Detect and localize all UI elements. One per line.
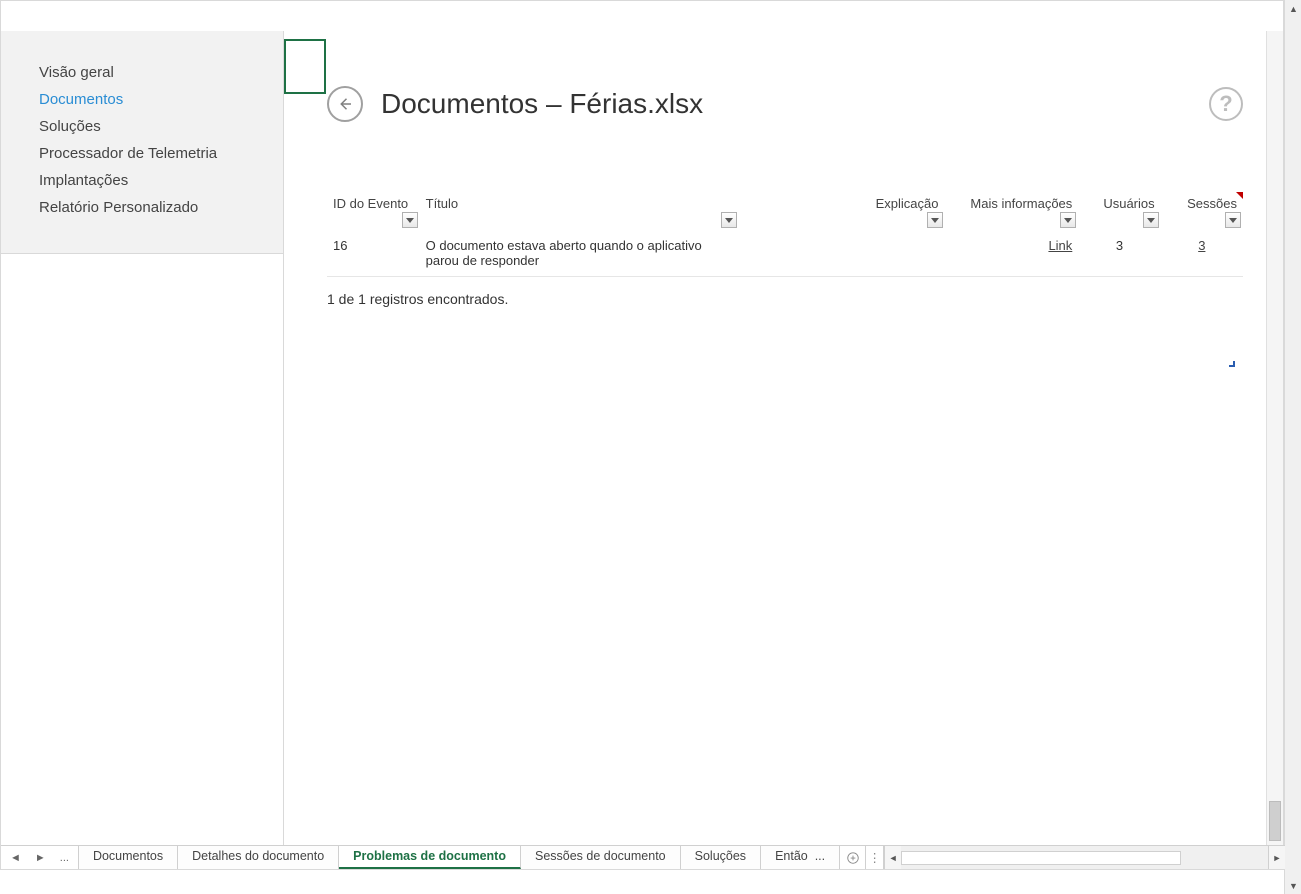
scroll-down-icon[interactable]: ▼ xyxy=(1285,877,1301,894)
sheet-tab-document-details[interactable]: Detalhes do documento xyxy=(178,846,339,869)
sidebar-item-deployments[interactable]: Implantações xyxy=(1,167,283,194)
active-cell-marker xyxy=(284,39,326,94)
cell-sessions: 3 xyxy=(1161,230,1243,277)
hscroll-right-icon[interactable]: ► xyxy=(1268,846,1285,869)
back-button[interactable] xyxy=(327,86,363,122)
hscroll-track[interactable] xyxy=(901,851,1181,865)
filter-button[interactable] xyxy=(721,212,737,228)
col-event-id: ID do Evento xyxy=(327,192,420,230)
sessions-link[interactable]: 3 xyxy=(1198,238,1205,253)
cell-more-info: Link xyxy=(945,230,1079,277)
sidebar-lower-area xyxy=(1,254,284,869)
sidebar: Visão geral Documentos Soluções Processa… xyxy=(1,31,284,254)
more-info-link[interactable]: Link xyxy=(1048,238,1072,253)
arrow-left-icon xyxy=(336,95,354,113)
filter-button[interactable] xyxy=(927,212,943,228)
add-sheet-button[interactable] xyxy=(840,846,866,869)
tab-scroll-left-icon[interactable]: ◄ xyxy=(7,852,24,864)
tab-scroll-right-icon[interactable]: ► xyxy=(32,852,49,864)
horizontal-scrollbar[interactable]: ◄ ► xyxy=(884,846,1285,869)
sheet-tab-solutions[interactable]: Soluções xyxy=(681,846,761,869)
sidebar-item-solutions[interactable]: Soluções xyxy=(1,113,283,140)
sidebar-item-custom-report[interactable]: Relatório Personalizado xyxy=(1,194,283,221)
cell-users: 3 xyxy=(1078,230,1160,277)
records-count: 1 de 1 registros encontrados. xyxy=(327,291,1243,307)
sidebar-item-documents[interactable]: Documentos xyxy=(1,86,283,113)
tab-nav-ellipsis[interactable]: ... xyxy=(57,852,72,864)
plus-circle-icon xyxy=(846,851,860,865)
col-users: Usuários xyxy=(1078,192,1160,230)
tab-overflow-ellipsis: ... xyxy=(815,849,825,863)
sheet-tab-then[interactable]: Então ... xyxy=(761,846,840,869)
sidebar-item-telemetry[interactable]: Processador de Telemetria xyxy=(1,140,283,167)
cell-explanation xyxy=(739,230,945,277)
inner-vertical-scrollbar[interactable] xyxy=(1266,31,1283,845)
filter-button[interactable] xyxy=(1225,212,1241,228)
col-explanation: Explicação xyxy=(739,192,945,230)
question-icon: ? xyxy=(1219,91,1232,117)
sheet-tab-document-sessions[interactable]: Sessões de documento xyxy=(521,846,681,869)
sheet-nav-controls: ◄ ► ... xyxy=(1,846,79,869)
sheet-tab-document-problems[interactable]: Problemas de documento xyxy=(339,846,521,869)
filter-button[interactable] xyxy=(1060,212,1076,228)
scroll-up-icon[interactable]: ▲ xyxy=(1285,0,1301,17)
top-strip xyxy=(1,1,1283,31)
col-more-info: Mais informações xyxy=(945,192,1079,230)
events-table: ID do Evento Título Explicação Mais info… xyxy=(327,192,1243,277)
col-sessions: Sessões xyxy=(1161,192,1243,230)
table-row[interactable]: 16 O documento estava aberto quando o ap… xyxy=(327,230,1243,277)
cell-title: O documento estava aberto quando o aplic… xyxy=(420,230,739,277)
table-corner-icon xyxy=(1229,361,1235,367)
filter-button[interactable] xyxy=(402,212,418,228)
sheet-tab-documents[interactable]: Documentos xyxy=(79,846,178,869)
content-area: Documentos – Férias.xlsx ? ID do Evento … xyxy=(285,31,1283,869)
sheet-bar-grip-icon[interactable]: ⋮ xyxy=(866,846,884,869)
hscroll-left-icon[interactable]: ◄ xyxy=(884,846,901,869)
sheet-tab-bar: ◄ ► ... Documentos Detalhes do documento… xyxy=(1,845,1285,869)
sidebar-item-overview[interactable]: Visão geral xyxy=(1,59,283,86)
comment-marker-icon xyxy=(1236,192,1243,199)
outer-vertical-scrollbar[interactable]: ▲ ▼ xyxy=(1284,0,1301,894)
cell-event-id: 16 xyxy=(327,230,420,277)
help-button[interactable]: ? xyxy=(1209,87,1243,121)
page-title: Documentos – Férias.xlsx xyxy=(381,88,1209,120)
filter-button[interactable] xyxy=(1143,212,1159,228)
scrollbar-thumb[interactable] xyxy=(1269,801,1281,841)
col-title: Título xyxy=(420,192,739,230)
